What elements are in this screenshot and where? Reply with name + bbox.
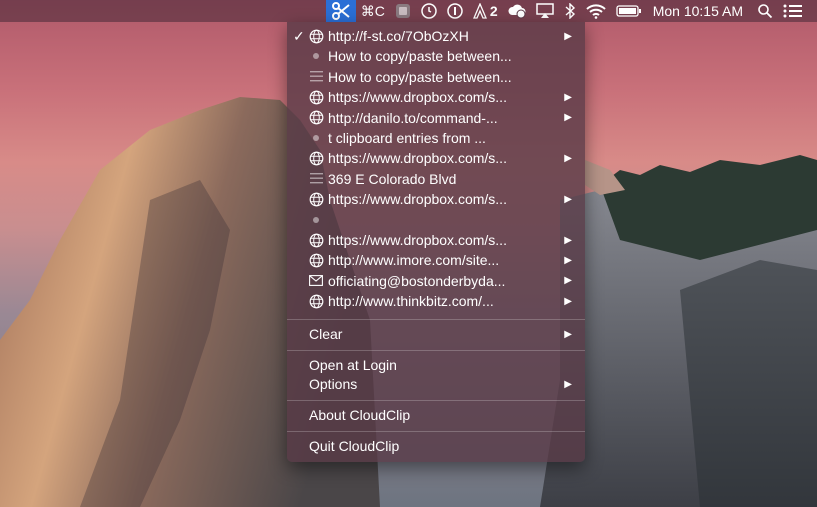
clip-label: http://f-st.co/7ObOzXH (328, 28, 469, 44)
clip-label: http://danilo.to/command-... (328, 109, 498, 126)
clip-menu-item[interactable]: How to copy/paste between... (287, 46, 585, 66)
battery-icon (616, 4, 642, 18)
airplay-icon (535, 3, 554, 19)
clip-menu-item[interactable]: t clipboard entries from ... (287, 128, 585, 148)
cloud-sync-icon (508, 3, 526, 19)
submenu-arrow-icon: ▶ (564, 295, 572, 307)
dot-icon (307, 128, 325, 148)
clip-menu-item[interactable]: https://www.dropbox.com/s... ▶ (287, 87, 585, 107)
clip-menu-item[interactable]: https://www.dropbox.com/s... ▶ (287, 148, 585, 168)
submenu-arrow-icon: ▶ (564, 193, 572, 205)
clip-label: officiating@bostonderbyda... (328, 272, 506, 289)
wifi-menu-extra[interactable] (581, 0, 611, 22)
dot-icon (307, 210, 325, 230)
scissors-icon (331, 2, 351, 20)
globe-icon (307, 291, 325, 311)
globe-icon (307, 148, 325, 168)
clip-label: https://www.dropbox.com/s... (328, 191, 507, 208)
app-menu-extra[interactable] (390, 0, 416, 22)
globe-icon (307, 250, 325, 270)
submenu-arrow-icon: ▶ (564, 152, 572, 164)
clip-label: https://www.dropbox.com/s... (328, 150, 507, 167)
battery-menu-extra[interactable] (611, 0, 647, 22)
clip-label: http://www.imore.com/site... (328, 252, 500, 269)
adobe-badge-count: 2 (489, 3, 498, 19)
submenu-arrow-icon: ▶ (564, 328, 572, 340)
submenu-arrow-icon: ▶ (564, 91, 572, 103)
bluetooth-menu-extra[interactable] (559, 0, 581, 22)
options-menu-item[interactable]: Options ▶ (287, 374, 585, 394)
info-circle-icon (447, 3, 463, 19)
lines-icon (307, 67, 325, 87)
globe-icon (307, 189, 325, 209)
checkmark-icon: ✓ (293, 27, 305, 44)
clip-menu-item[interactable]: https://www.dropbox.com/s... ▶ (287, 230, 585, 250)
clip-menu-item[interactable]: 369 E Colorado Blvd (287, 169, 585, 189)
clip-menu-item[interactable]: https://www.dropbox.com/s... ▶ (287, 189, 585, 209)
submenu-arrow-icon: ▶ (564, 30, 572, 42)
menu-separator (287, 350, 585, 351)
options-label: Options (309, 376, 358, 392)
submenu-arrow-icon: ▶ (564, 254, 572, 266)
cloudclip-dropdown-menu: ✓ http://f-st.co/7ObOzXH ▶ How to copy/past… (287, 22, 585, 462)
submenu-arrow-icon: ▶ (564, 234, 572, 246)
submenu-arrow-icon: ▶ (564, 112, 572, 124)
menu-bar: ⌘C 2 Mon 10:15 AM (0, 0, 817, 22)
globe-icon (307, 108, 325, 128)
airplay-menu-extra[interactable] (531, 0, 559, 22)
spotlight-search-icon (757, 3, 773, 19)
submenu-arrow-icon: ▶ (564, 275, 572, 287)
envelope-icon (307, 271, 325, 291)
clip-label: t clipboard entries from ... (328, 130, 486, 146)
menu-separator (287, 400, 585, 401)
open-at-login-label: Open at Login (309, 357, 397, 373)
clip-menu-item[interactable]: http://danilo.to/command-... ▶ (287, 108, 585, 128)
globe-icon (307, 230, 325, 250)
dot-icon (307, 46, 325, 66)
clip-menu-item[interactable]: http://www.imore.com/site... ▶ (287, 250, 585, 270)
clip-menu-item[interactable]: http://www.thinkbitz.com/... ▶ (287, 291, 585, 311)
menu-separator (287, 431, 585, 432)
bluetooth-icon (564, 3, 576, 19)
globe-icon (307, 87, 325, 107)
clip-label: https://www.dropbox.com/s... (328, 89, 507, 106)
app-icon (395, 3, 411, 19)
menu-separator (287, 319, 585, 320)
info-menu-extra[interactable] (442, 0, 468, 22)
clip-label: How to copy/paste between... (328, 48, 512, 65)
adobe-icon (472, 3, 487, 19)
lines-icon (307, 169, 325, 189)
about-label: About CloudClip (309, 407, 411, 423)
quit-label: Quit CloudClip (309, 438, 400, 454)
clear-menu-item[interactable]: Clear ▶ (287, 324, 585, 344)
cloudclip-menu-extra[interactable] (325, 0, 356, 22)
clock-text: Mon 10:15 AM (652, 3, 743, 19)
notification-center-button[interactable] (778, 0, 817, 22)
clip-menu-item[interactable]: ✓ http://f-st.co/7ObOzXH ▶ (287, 26, 585, 46)
clip-label: How to copy/paste between... (328, 68, 512, 85)
submenu-arrow-icon: ▶ (564, 378, 572, 390)
clip-label: https://www.dropbox.com/s... (328, 232, 507, 248)
clock-alert-menu-extra[interactable] (416, 0, 442, 22)
clear-label: Clear (309, 326, 343, 342)
clip-label: 369 E Colorado Blvd (328, 170, 457, 187)
notification-center-icon (783, 3, 803, 19)
adobe-menu-extra[interactable]: 2 (468, 0, 503, 22)
clip-label: http://www.thinkbitz.com/... (328, 293, 494, 310)
quit-menu-item[interactable]: Quit CloudClip (287, 436, 585, 456)
clip-menu-item[interactable] (287, 210, 585, 230)
clip-menu-item[interactable]: officiating@bostonderbyda... ▶ (287, 271, 585, 291)
clip-menu-item[interactable]: How to copy/paste between... (287, 67, 585, 87)
spotlight-button[interactable] (752, 0, 778, 22)
cloud-sync-menu-extra[interactable] (503, 0, 531, 22)
cmd-c-menu-extra[interactable]: ⌘C (356, 0, 390, 22)
about-menu-item[interactable]: About CloudClip (287, 405, 585, 425)
wifi-icon (586, 3, 606, 19)
cmd-c-label: ⌘C (360, 2, 385, 19)
menubar-clock[interactable]: Mon 10:15 AM (647, 0, 752, 22)
open-at-login-menu-item[interactable]: Open at Login (287, 355, 585, 375)
globe-icon (307, 26, 325, 46)
clock-alert-icon (421, 3, 437, 19)
